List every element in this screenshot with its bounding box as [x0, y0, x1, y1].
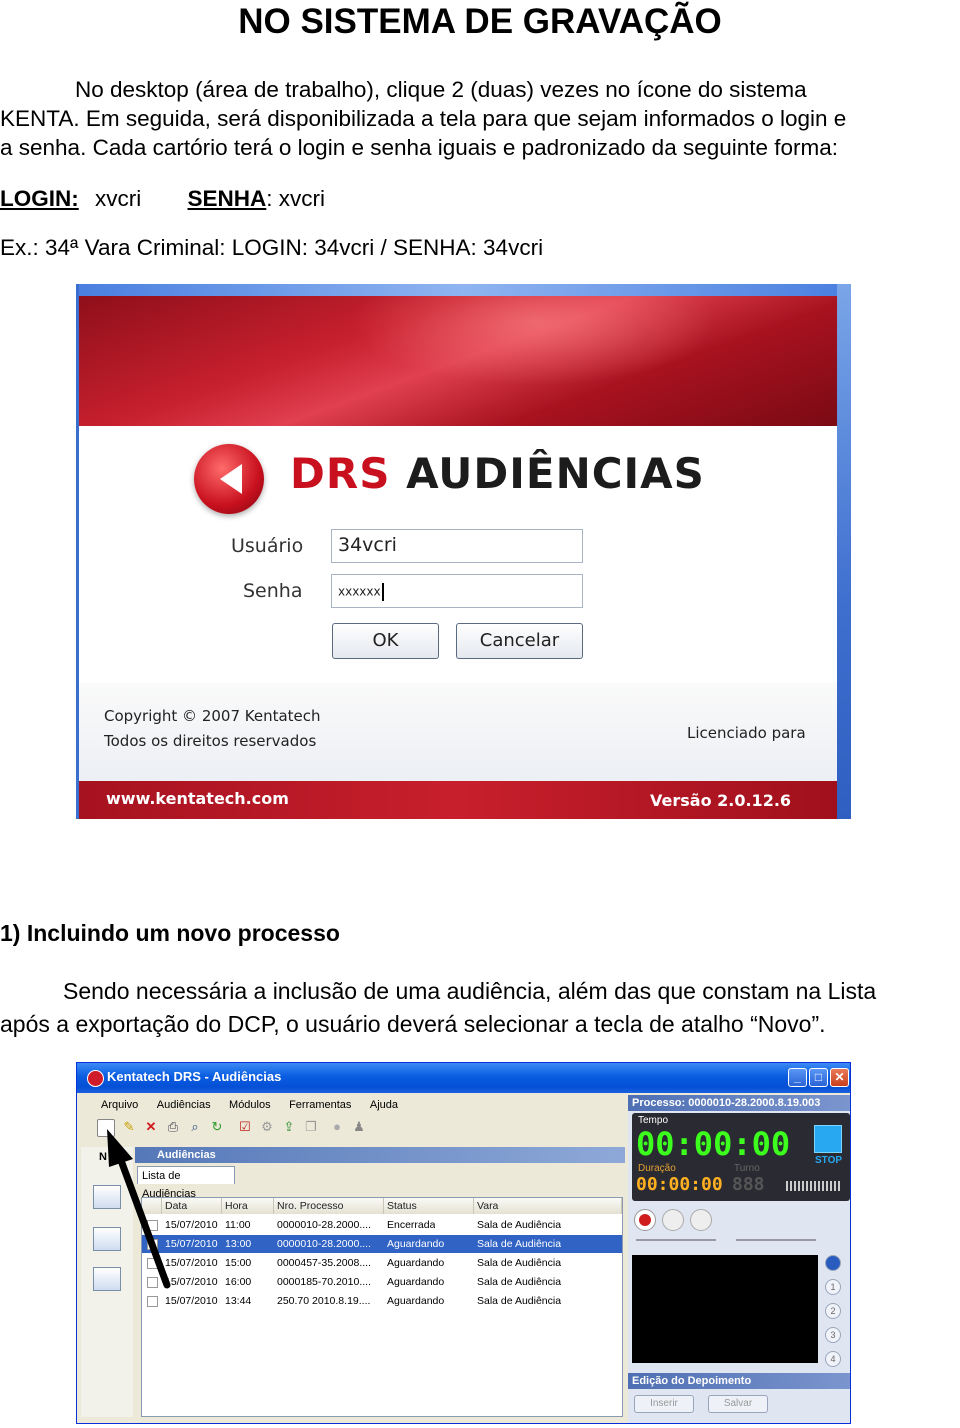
rights-line: Todos os direitos reservados — [104, 732, 317, 750]
section-line-1: Sendo necessária a inclusão de uma audiê… — [63, 978, 877, 1004]
intro-paragraph: No desktop (área de trabalho), clique 2 … — [0, 75, 958, 162]
window-edge — [837, 284, 851, 819]
senha-label-field: Senha — [243, 580, 303, 602]
text-cursor — [381, 583, 384, 601]
section-paragraph: Sendo necessária a inclusão de uma audiê… — [0, 975, 958, 1041]
kentatech-logo-icon — [194, 444, 264, 514]
page-title: NO SISTEMA DE GRAVAÇÃO — [238, 2, 722, 41]
brand-title: DRS AUDIÊNCIAS — [290, 449, 705, 498]
senha-label: SENHA — [187, 186, 267, 211]
usuario-label: Usuário — [231, 535, 304, 557]
ok-button[interactable]: OK — [332, 623, 439, 659]
login-screenshot: DRS AUDIÊNCIAS Usuário 34vcri Senha xxxx… — [76, 284, 851, 819]
brand-audiencias: AUDIÊNCIAS — [406, 449, 705, 498]
pointer-arrow — [107, 1129, 171, 1289]
senha-input[interactable]: xxxxxx — [331, 574, 583, 608]
senha-mask: xxxxxx — [338, 584, 381, 599]
credentials-line: LOGIN: xvcri SENHA: xvcri — [0, 184, 325, 213]
app-screenshot: Kentatech DRS - Audiências _ □ ✕ Arquivo… — [76, 1062, 851, 1424]
section-line-2: após a exportação do DCP, o usuário deve… — [0, 1011, 826, 1037]
login-label: LOGIN: — [0, 186, 79, 211]
arrow-shaft — [115, 1151, 171, 1289]
login-banner — [79, 296, 837, 426]
login-value: xvcri — [95, 186, 142, 211]
usuario-input[interactable]: 34vcri — [331, 529, 583, 563]
version-label: Versão 2.0.12.6 — [650, 791, 792, 810]
example-line: Ex.: 34ª Vara Criminal: LOGIN: 34vcri / … — [0, 235, 544, 260]
intro-line-1: No desktop (área de trabalho), clique 2 … — [75, 77, 807, 102]
section-heading: 1) Incluindo um novo processo — [0, 920, 340, 946]
website-link: www.kentatech.com — [106, 789, 289, 808]
arrow-head — [107, 1129, 133, 1167]
brand-drs: DRS — [290, 449, 391, 498]
licensed-to: Licenciado para — [687, 724, 806, 742]
cancel-button[interactable]: Cancelar — [456, 623, 583, 659]
intro-line-3: a senha. Cada cartório terá o login e se… — [0, 135, 839, 160]
intro-line-2: KENTA. Em seguida, será disponibilizada … — [0, 106, 847, 131]
window-edge — [76, 284, 851, 296]
senha-value: : xvcri — [266, 186, 326, 211]
copyright-line: Copyright © 2007 Kentatech — [104, 707, 321, 725]
